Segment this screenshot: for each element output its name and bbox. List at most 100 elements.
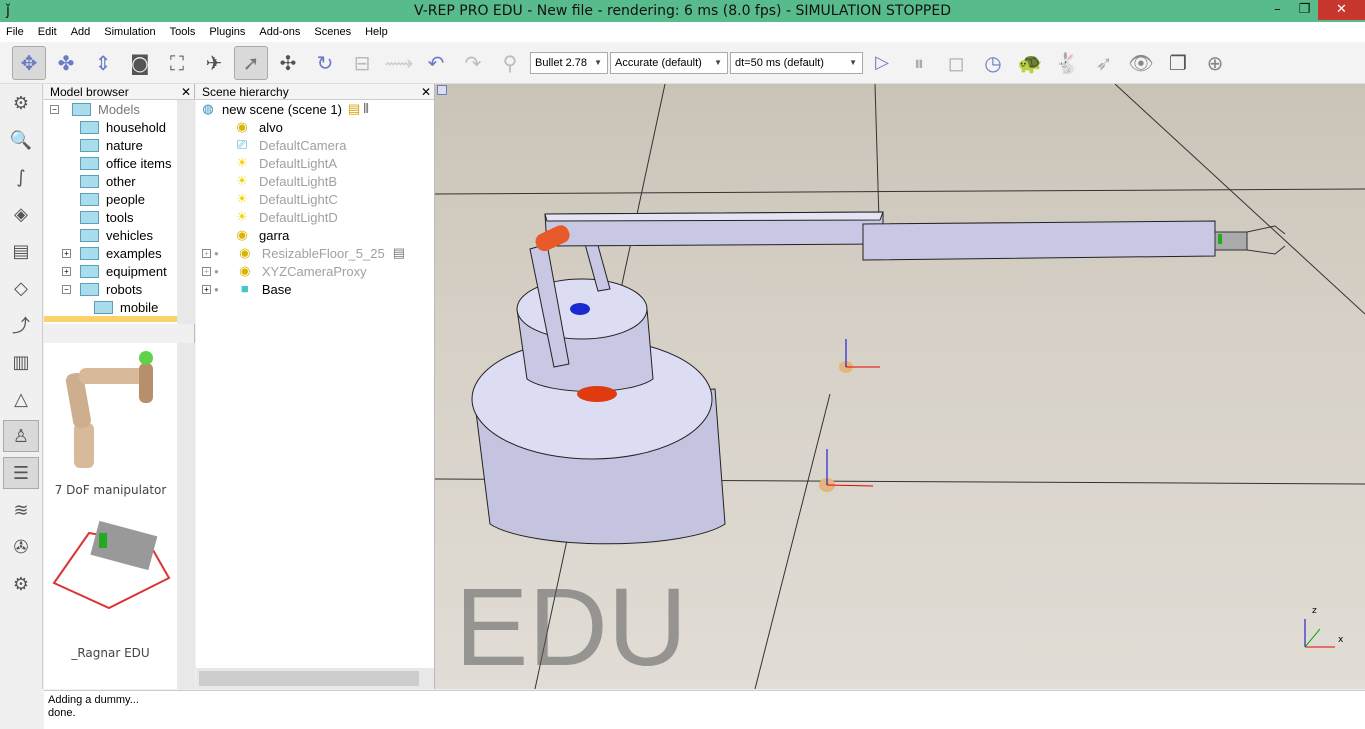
folder-examples[interactable]: + examples (44, 244, 177, 262)
scene-hierarchy-title: Scene hierarchy (202, 85, 289, 99)
folder-robots[interactable]: − robots (44, 280, 177, 298)
hierarchy-scrollbar[interactable] (196, 668, 434, 689)
model-tree-scrollbar[interactable] (177, 100, 195, 324)
folder-tools[interactable]: tools (44, 208, 177, 226)
object-shift-icon[interactable]: ✣ (271, 46, 305, 80)
window-title: V-REP PRO EDU - New file - rendering: 6 … (414, 3, 951, 19)
assemble-icon[interactable]: ⊟ (345, 46, 379, 80)
page-selector-icon[interactable]: ⊕ (1198, 46, 1232, 80)
object-rotate-icon[interactable]: ↻ (308, 46, 342, 80)
tree-item-defaultcamera[interactable]: ⎚ DefaultCamera (196, 136, 434, 154)
menu-edit[interactable]: Edit (38, 26, 57, 38)
folder-models[interactable]: − Models (44, 100, 177, 118)
dummy-icon: ◉ (239, 263, 251, 278)
camera-angle-icon[interactable]: ◙ (123, 46, 157, 80)
tree-item-defaultlightb[interactable]: ☀ DefaultLightB (196, 172, 434, 190)
path-edit-icon[interactable]: ⤴ (3, 309, 39, 341)
collections-icon[interactable]: ◈ (3, 198, 39, 230)
robot-arm-model (471, 211, 1286, 545)
model-browser-close-button[interactable]: ✕ (181, 84, 191, 100)
scene-settings-icon: ⦀ (363, 101, 369, 116)
menu-add[interactable]: Add (71, 26, 91, 38)
timestep-select[interactable]: dt=50 ms (default) (730, 51, 863, 74)
stop-icon[interactable]: ◻ (939, 46, 973, 80)
menu-scenes[interactable]: Scenes (314, 26, 351, 38)
scene-hierarchy-panel: Scene hierarchy ✕ ◍ new scene (scene 1) ▤ ⦀ … (196, 84, 435, 689)
video-recorder-icon[interactable]: ✇ (3, 531, 39, 563)
thumbnail-label: _Ragnar EDU (71, 646, 150, 660)
thumbnail-7dof-manipulator-image[interactable] (54, 348, 164, 478)
camera-pan-icon[interactable]: ✥ (12, 45, 46, 80)
menu-help[interactable]: Help (365, 26, 388, 38)
accuracy-select[interactable]: Accurate (default) (610, 51, 728, 74)
3d-viewport[interactable]: z x EDU (435, 84, 1365, 689)
simulation-settings-icon[interactable]: ⚙ (3, 87, 39, 119)
menu-file[interactable]: File (6, 26, 24, 38)
shape-edit-icon[interactable]: ◇ (3, 272, 39, 304)
undo-icon[interactable]: ↶ (419, 46, 453, 80)
thumbnail-ragnar-image[interactable] (49, 513, 174, 623)
layers-icon[interactable]: ≋ (3, 494, 39, 526)
folder-nature[interactable]: nature (44, 136, 177, 154)
menu-simulation[interactable]: Simulation (104, 26, 155, 38)
object-properties-icon[interactable]: △ (3, 383, 39, 415)
selection-icon[interactable]: 🔍 (3, 124, 39, 156)
shape-icon: ■ (240, 281, 249, 296)
left-toolbar: ⚙ 🔍 ∫ ◈ ▤ ◇ ⤴ ▥ △ ♙ ☰ ≋ ✇ ⚙ (0, 84, 43, 689)
thumbnails-scrollbar[interactable] (177, 343, 195, 689)
status-console: Adding a dummy... done. (44, 690, 1365, 729)
folder-office-items[interactable]: office items (44, 154, 177, 172)
maximize-button[interactable]: ❐ (1292, 0, 1317, 20)
calculation-modules-icon[interactable]: ∫ (3, 161, 39, 193)
folder-people[interactable]: people (44, 190, 177, 208)
scene-hierarchy-toggle-icon[interactable]: ☰ (3, 457, 39, 489)
camera-shift-icon[interactable]: ⇕ (86, 46, 120, 80)
folder-other[interactable]: other (44, 172, 177, 190)
user-settings-icon[interactable]: ▥ (3, 346, 39, 378)
camera-rotate-icon[interactable]: ✤ (49, 46, 83, 80)
pause-icon[interactable]: ⏸ (902, 46, 936, 80)
scene-hierarchy-close-button[interactable]: ✕ (421, 84, 431, 100)
play-icon[interactable]: ▷ (865, 46, 899, 80)
real-time-icon[interactable]: ◷ (976, 46, 1010, 80)
model-folder-tree[interactable]: − Models household nature office items ot… (44, 100, 177, 324)
model-browser-toggle-icon[interactable]: ♙ (3, 420, 39, 452)
menu-add-ons[interactable]: Add-ons (259, 26, 300, 38)
user-settings-gear-icon[interactable]: ⚙ (3, 568, 39, 600)
tree-item-defaultlightd[interactable]: ☀ DefaultLightD (196, 208, 434, 226)
fly-mode-icon[interactable]: ✈ (197, 46, 231, 80)
menu-tools[interactable]: Tools (170, 26, 196, 38)
axis-x-label: x (1338, 635, 1344, 645)
slower-turtle-icon[interactable]: 🐢 (1013, 46, 1047, 80)
visualization-eye-icon[interactable]: 👁 (1124, 46, 1158, 80)
scripts-icon[interactable]: ▤ (3, 235, 39, 267)
folder-equipment[interactable]: + equipment (44, 262, 177, 280)
faster-rabbit-icon[interactable]: 🐇 (1050, 46, 1084, 80)
folder-household[interactable]: household (44, 118, 177, 136)
physics-engine-select[interactable]: Bullet 2.78 (530, 51, 608, 74)
dummy-icon: ◉ (236, 227, 248, 242)
redo-icon[interactable]: ↷ (456, 46, 490, 80)
click-select-icon[interactable]: ➚ (234, 45, 268, 80)
scene-root[interactable]: ◍ new scene (scene 1) ▤ ⦀ (196, 100, 434, 118)
tree-item-base[interactable]: + ● ■ Base (196, 280, 434, 298)
tree-item-alvo[interactable]: ◉ alvo (196, 118, 434, 136)
minimize-button[interactable]: – (1265, 0, 1290, 20)
scene-tree[interactable]: ◍ new scene (scene 1) ▤ ⦀ ◉ alvo ⎚ DefaultCam… (196, 100, 434, 298)
folder-vehicles[interactable]: vehicles (44, 226, 177, 244)
script-icon: ▤ (347, 101, 361, 116)
close-button[interactable]: ✕ (1318, 0, 1365, 20)
scene-windows-icon[interactable]: ❐ (1161, 46, 1195, 80)
tree-item-garra[interactable]: ◉ garra (196, 226, 434, 244)
tree-item-defaultlighta[interactable]: ☀ DefaultLightA (196, 154, 434, 172)
folder-mobile[interactable]: mobile (44, 298, 177, 316)
tree-item-xyzcameraproxy[interactable]: + ● ◉ XYZCameraProxy (196, 262, 434, 280)
tree-item-resizablefloor[interactable]: + ● ◉ ResizableFloor_5_25 ▤ (196, 244, 434, 262)
menu-plugins[interactable]: Plugins (209, 26, 245, 38)
folder-selected-row[interactable] (44, 316, 177, 322)
fit-to-view-icon[interactable]: ⛶ (160, 46, 194, 80)
dynamics-toggle-icon[interactable]: ⚲ (493, 46, 527, 80)
tree-item-defaultlightc[interactable]: ☀ DefaultLightC (196, 190, 434, 208)
transfer-dna-icon[interactable]: ⟿ (382, 46, 416, 80)
rocket-icon[interactable]: ➶ (1087, 46, 1121, 80)
